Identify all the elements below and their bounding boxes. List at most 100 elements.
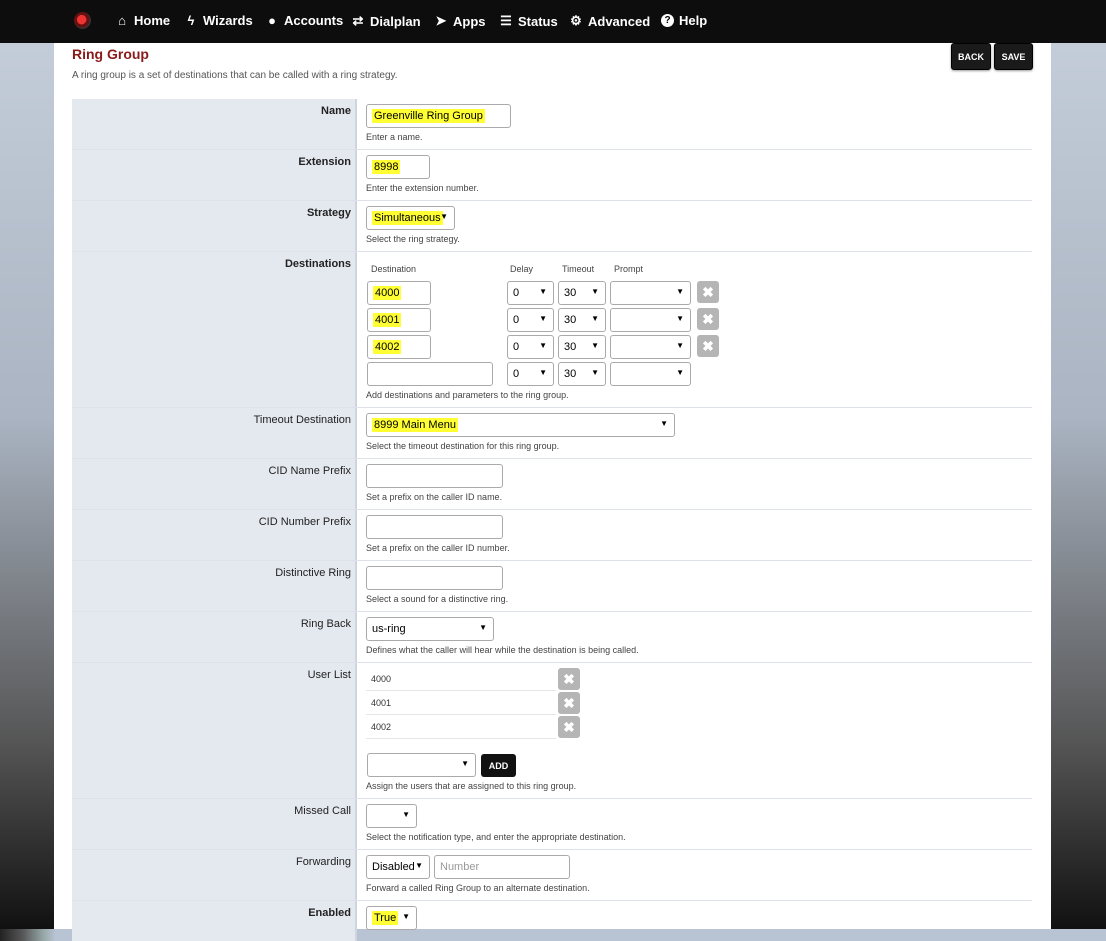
nav-wizards[interactable]: ϟ Wizards: [184, 13, 253, 28]
prompt-select[interactable]: ▼: [610, 308, 691, 332]
row-user-list: User List 4000 ✖ 4001 ✖ 4002 ✖ ▼ ADD Ass…: [72, 663, 1032, 799]
row-distinctive-ring: Distinctive Ring Select a sound for a di…: [72, 561, 1032, 612]
page-description: A ring group is a set of destinations th…: [72, 70, 398, 81]
user-list-help: Assign the users that are assigned to th…: [366, 781, 577, 791]
destinations-help: Add destinations and parameters to the r…: [366, 390, 569, 400]
new-destination-input[interactable]: [367, 362, 493, 386]
nav-accounts[interactable]: ● Accounts: [265, 13, 343, 28]
delay-select[interactable]: 0 ▼: [507, 281, 554, 305]
nav-status-label: Status: [518, 13, 558, 29]
remove-user-button[interactable]: ✖: [558, 668, 580, 690]
chevron-down-icon: ▼: [539, 287, 547, 296]
delay-select[interactable]: 0 ▼: [507, 308, 554, 332]
chevron-down-icon: ▼: [591, 341, 599, 350]
extension-label: Extension: [72, 150, 357, 200]
row-enabled: Enabled True ▼: [72, 901, 1032, 941]
chevron-down-icon: ▼: [676, 341, 684, 350]
chevron-down-icon: ▼: [539, 341, 547, 350]
chevron-down-icon: ▼: [479, 623, 487, 632]
nav-wizards-label: Wizards: [203, 13, 253, 28]
timeout-value: 30: [564, 368, 577, 380]
delay-select[interactable]: 0 ▼: [507, 335, 554, 359]
close-icon: ✖: [702, 283, 714, 300]
nav-help[interactable]: ? Help: [661, 13, 707, 28]
chevron-down-icon: ▼: [539, 368, 547, 377]
timeout-select[interactable]: 30 ▼: [558, 308, 606, 332]
delete-destination-button[interactable]: ✖: [697, 308, 719, 330]
missed-call-label: Missed Call: [72, 799, 357, 849]
destination-input[interactable]: 4001: [367, 308, 431, 332]
user-icon: ●: [268, 13, 276, 28]
user-list-label: User List: [72, 663, 357, 798]
forwarding-select[interactable]: Disabled ▼: [366, 855, 430, 879]
logo-icon[interactable]: [74, 12, 91, 29]
chevron-down-icon: ▼: [591, 314, 599, 323]
distinctive-ring-label: Distinctive Ring: [72, 561, 357, 611]
strategy-select[interactable]: Simultaneous ▼: [366, 206, 455, 230]
chevron-down-icon: ▼: [539, 314, 547, 323]
chevron-down-icon: ▼: [461, 759, 469, 768]
timeout-destination-label: Timeout Destination: [72, 408, 357, 458]
extension-input[interactable]: 8998: [366, 155, 430, 179]
row-destinations: Destinations Destination Delay Timeout P…: [72, 252, 1032, 408]
user-list-item: 4000: [366, 668, 556, 691]
destination-input[interactable]: 4002: [367, 335, 431, 359]
user-select[interactable]: ▼: [367, 753, 476, 777]
destination-value: 4001: [373, 313, 402, 327]
name-input[interactable]: Greenville Ring Group: [366, 104, 511, 128]
nav-accounts-label: Accounts: [284, 13, 344, 28]
chevron-down-icon: ▼: [415, 861, 423, 870]
cid-name-prefix-input[interactable]: [366, 464, 503, 488]
remove-user-button[interactable]: ✖: [558, 716, 580, 738]
nav-home[interactable]: ⌂ Home: [115, 13, 170, 28]
ring-back-label: Ring Back: [72, 612, 357, 662]
back-button[interactable]: BACK: [951, 43, 991, 70]
question-icon: ?: [661, 14, 674, 27]
timeout-value: 30: [564, 314, 577, 326]
delay-select[interactable]: 0 ▼: [507, 362, 554, 386]
timeout-select[interactable]: 30 ▼: [558, 362, 606, 386]
delete-destination-button[interactable]: ✖: [697, 335, 719, 357]
delay-value: 0: [513, 368, 520, 380]
prompt-select[interactable]: ▼: [610, 281, 691, 305]
col-delay: Delay: [510, 264, 534, 274]
ring-back-select[interactable]: us-ring ▼: [366, 617, 494, 641]
background-right: [1050, 0, 1106, 929]
prompt-select[interactable]: ▼: [610, 362, 691, 386]
destinations-label: Destinations: [72, 252, 357, 407]
nav-dialplan[interactable]: ⇄ Dialplan: [351, 13, 421, 29]
nav-advanced[interactable]: ⚙ Advanced: [569, 13, 650, 29]
cid-name-prefix-help: Set a prefix on the caller ID name.: [366, 492, 503, 502]
nav-apps[interactable]: ➤ Apps: [434, 13, 486, 29]
missed-call-select[interactable]: ▼: [366, 804, 417, 828]
close-icon: ✖: [563, 670, 575, 687]
timeout-select[interactable]: 30 ▼: [558, 281, 606, 305]
name-help: Enter a name.: [366, 132, 423, 142]
cid-number-prefix-input[interactable]: [366, 515, 503, 539]
send-icon: ➤: [435, 13, 447, 28]
save-button[interactable]: SAVE: [994, 43, 1033, 70]
destination-input[interactable]: 4000: [367, 281, 431, 305]
row-strategy: Strategy Simultaneous ▼ Select the ring …: [72, 201, 1032, 252]
row-missed-call: Missed Call ▼ Select the notification ty…: [72, 799, 1032, 850]
chevron-down-icon: ▼: [660, 419, 668, 428]
prompt-select[interactable]: ▼: [610, 335, 691, 359]
name-label: Name: [72, 99, 357, 149]
top-navbar: ⌂ Home ϟ Wizards ● Accounts ⇄ Dialplan ➤…: [0, 0, 1106, 43]
content-panel: Ring Group A ring group is a set of dest…: [54, 36, 1051, 941]
extension-value: 8998: [372, 160, 401, 174]
nav-status[interactable]: ☰ Status: [499, 13, 558, 29]
distinctive-ring-input[interactable]: [366, 566, 503, 590]
delete-destination-button[interactable]: ✖: [697, 281, 719, 303]
cid-number-prefix-help: Set a prefix on the caller ID number.: [366, 543, 510, 553]
col-prompt: Prompt: [614, 264, 644, 274]
strategy-label: Strategy: [72, 201, 357, 251]
enabled-select[interactable]: True ▼: [366, 906, 417, 930]
remove-user-button[interactable]: ✖: [558, 692, 580, 714]
forwarding-number-input[interactable]: Number: [434, 855, 570, 879]
add-user-button[interactable]: ADD: [481, 754, 516, 777]
nav-help-label: Help: [679, 13, 708, 28]
timeout-destination-select[interactable]: 8999 Main Menu ▼: [366, 413, 675, 437]
chevron-down-icon: ▼: [676, 287, 684, 296]
timeout-select[interactable]: 30 ▼: [558, 335, 606, 359]
